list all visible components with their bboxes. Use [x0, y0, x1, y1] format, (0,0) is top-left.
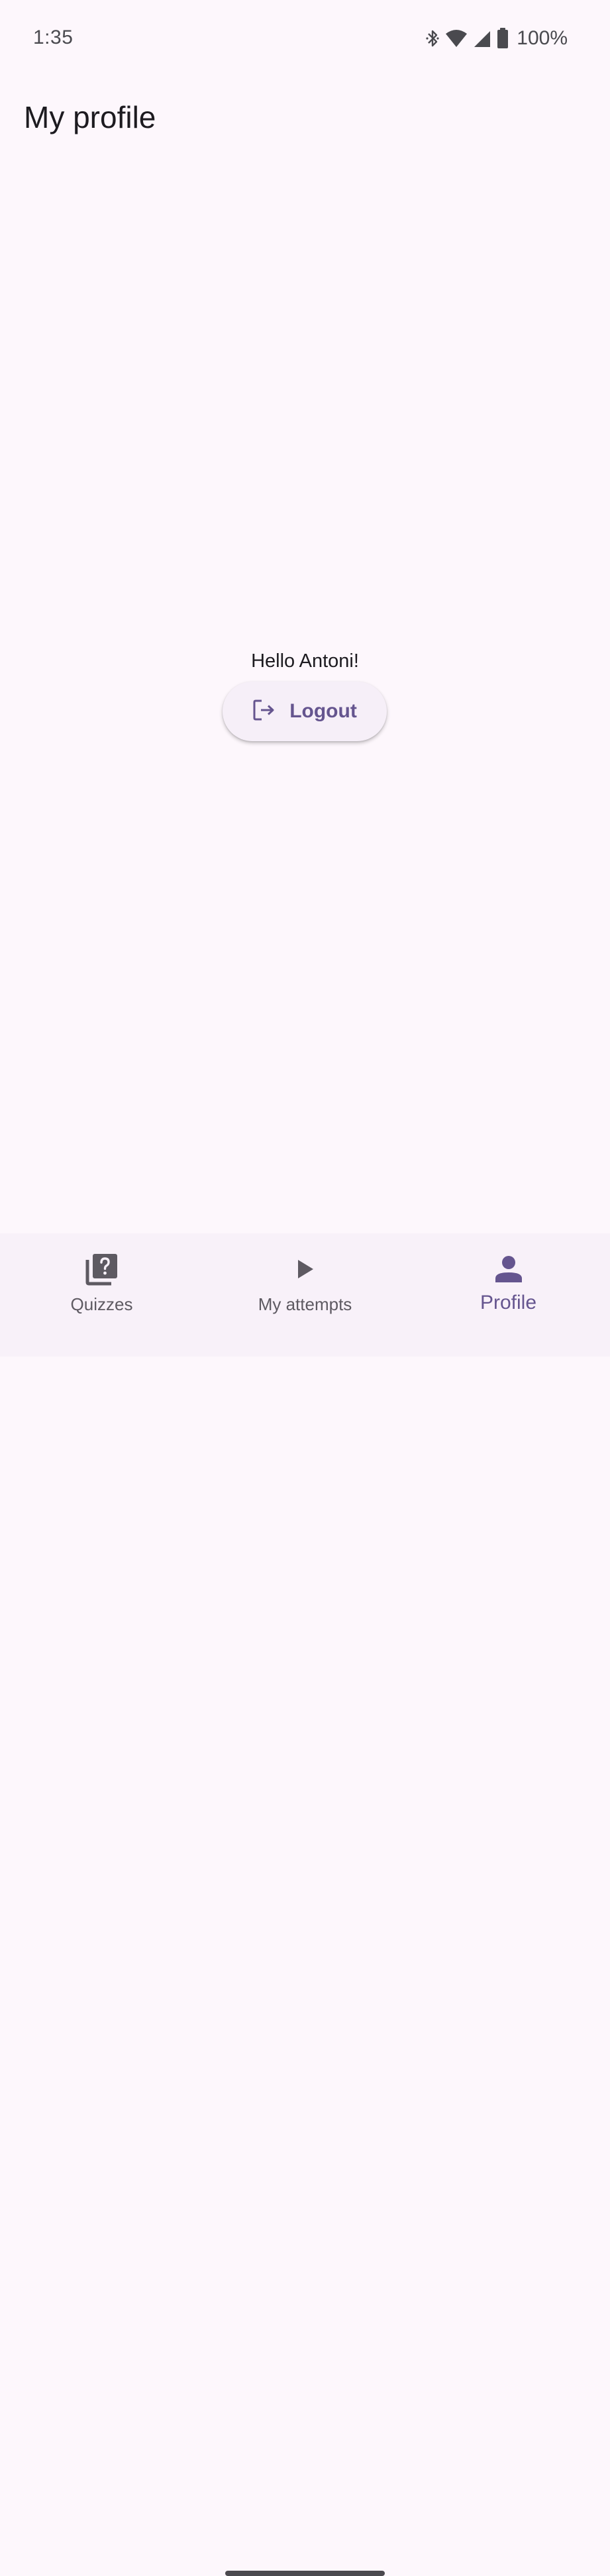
nav-label-profile: Profile: [480, 1292, 537, 1314]
page-title: My profile: [24, 100, 156, 134]
battery-percentage: 100%: [517, 27, 568, 49]
nav-item-profile[interactable]: Profile: [407, 1233, 610, 1333]
wifi-icon: [445, 28, 468, 48]
bottom-navigation: Quizzes My attempts Profile: [0, 1233, 610, 2576]
nav-label-my-attempts: My attempts: [258, 1294, 352, 1314]
status-bar: 1:35 100%: [0, 0, 610, 78]
greeting-text: Hello Antoni!: [251, 650, 359, 672]
cell-signal-icon: [473, 28, 491, 48]
logout-button[interactable]: Logout: [223, 682, 387, 741]
logout-icon: [252, 699, 276, 725]
play-icon: [296, 1248, 315, 1290]
person-icon: [495, 1248, 523, 1290]
nav-item-quizzes[interactable]: Quizzes: [0, 1233, 203, 1333]
status-time: 1:35: [33, 26, 74, 48]
logout-label: Logout: [289, 700, 357, 722]
quiz-icon: [85, 1248, 119, 1290]
status-icons: 100%: [425, 25, 568, 52]
home-indicator[interactable]: [225, 2571, 385, 2576]
nav-item-my-attempts[interactable]: My attempts: [203, 1233, 407, 1333]
battery-icon: [497, 28, 509, 49]
nav-label-quizzes: Quizzes: [70, 1294, 133, 1314]
bluetooth-icon: [425, 28, 440, 48]
